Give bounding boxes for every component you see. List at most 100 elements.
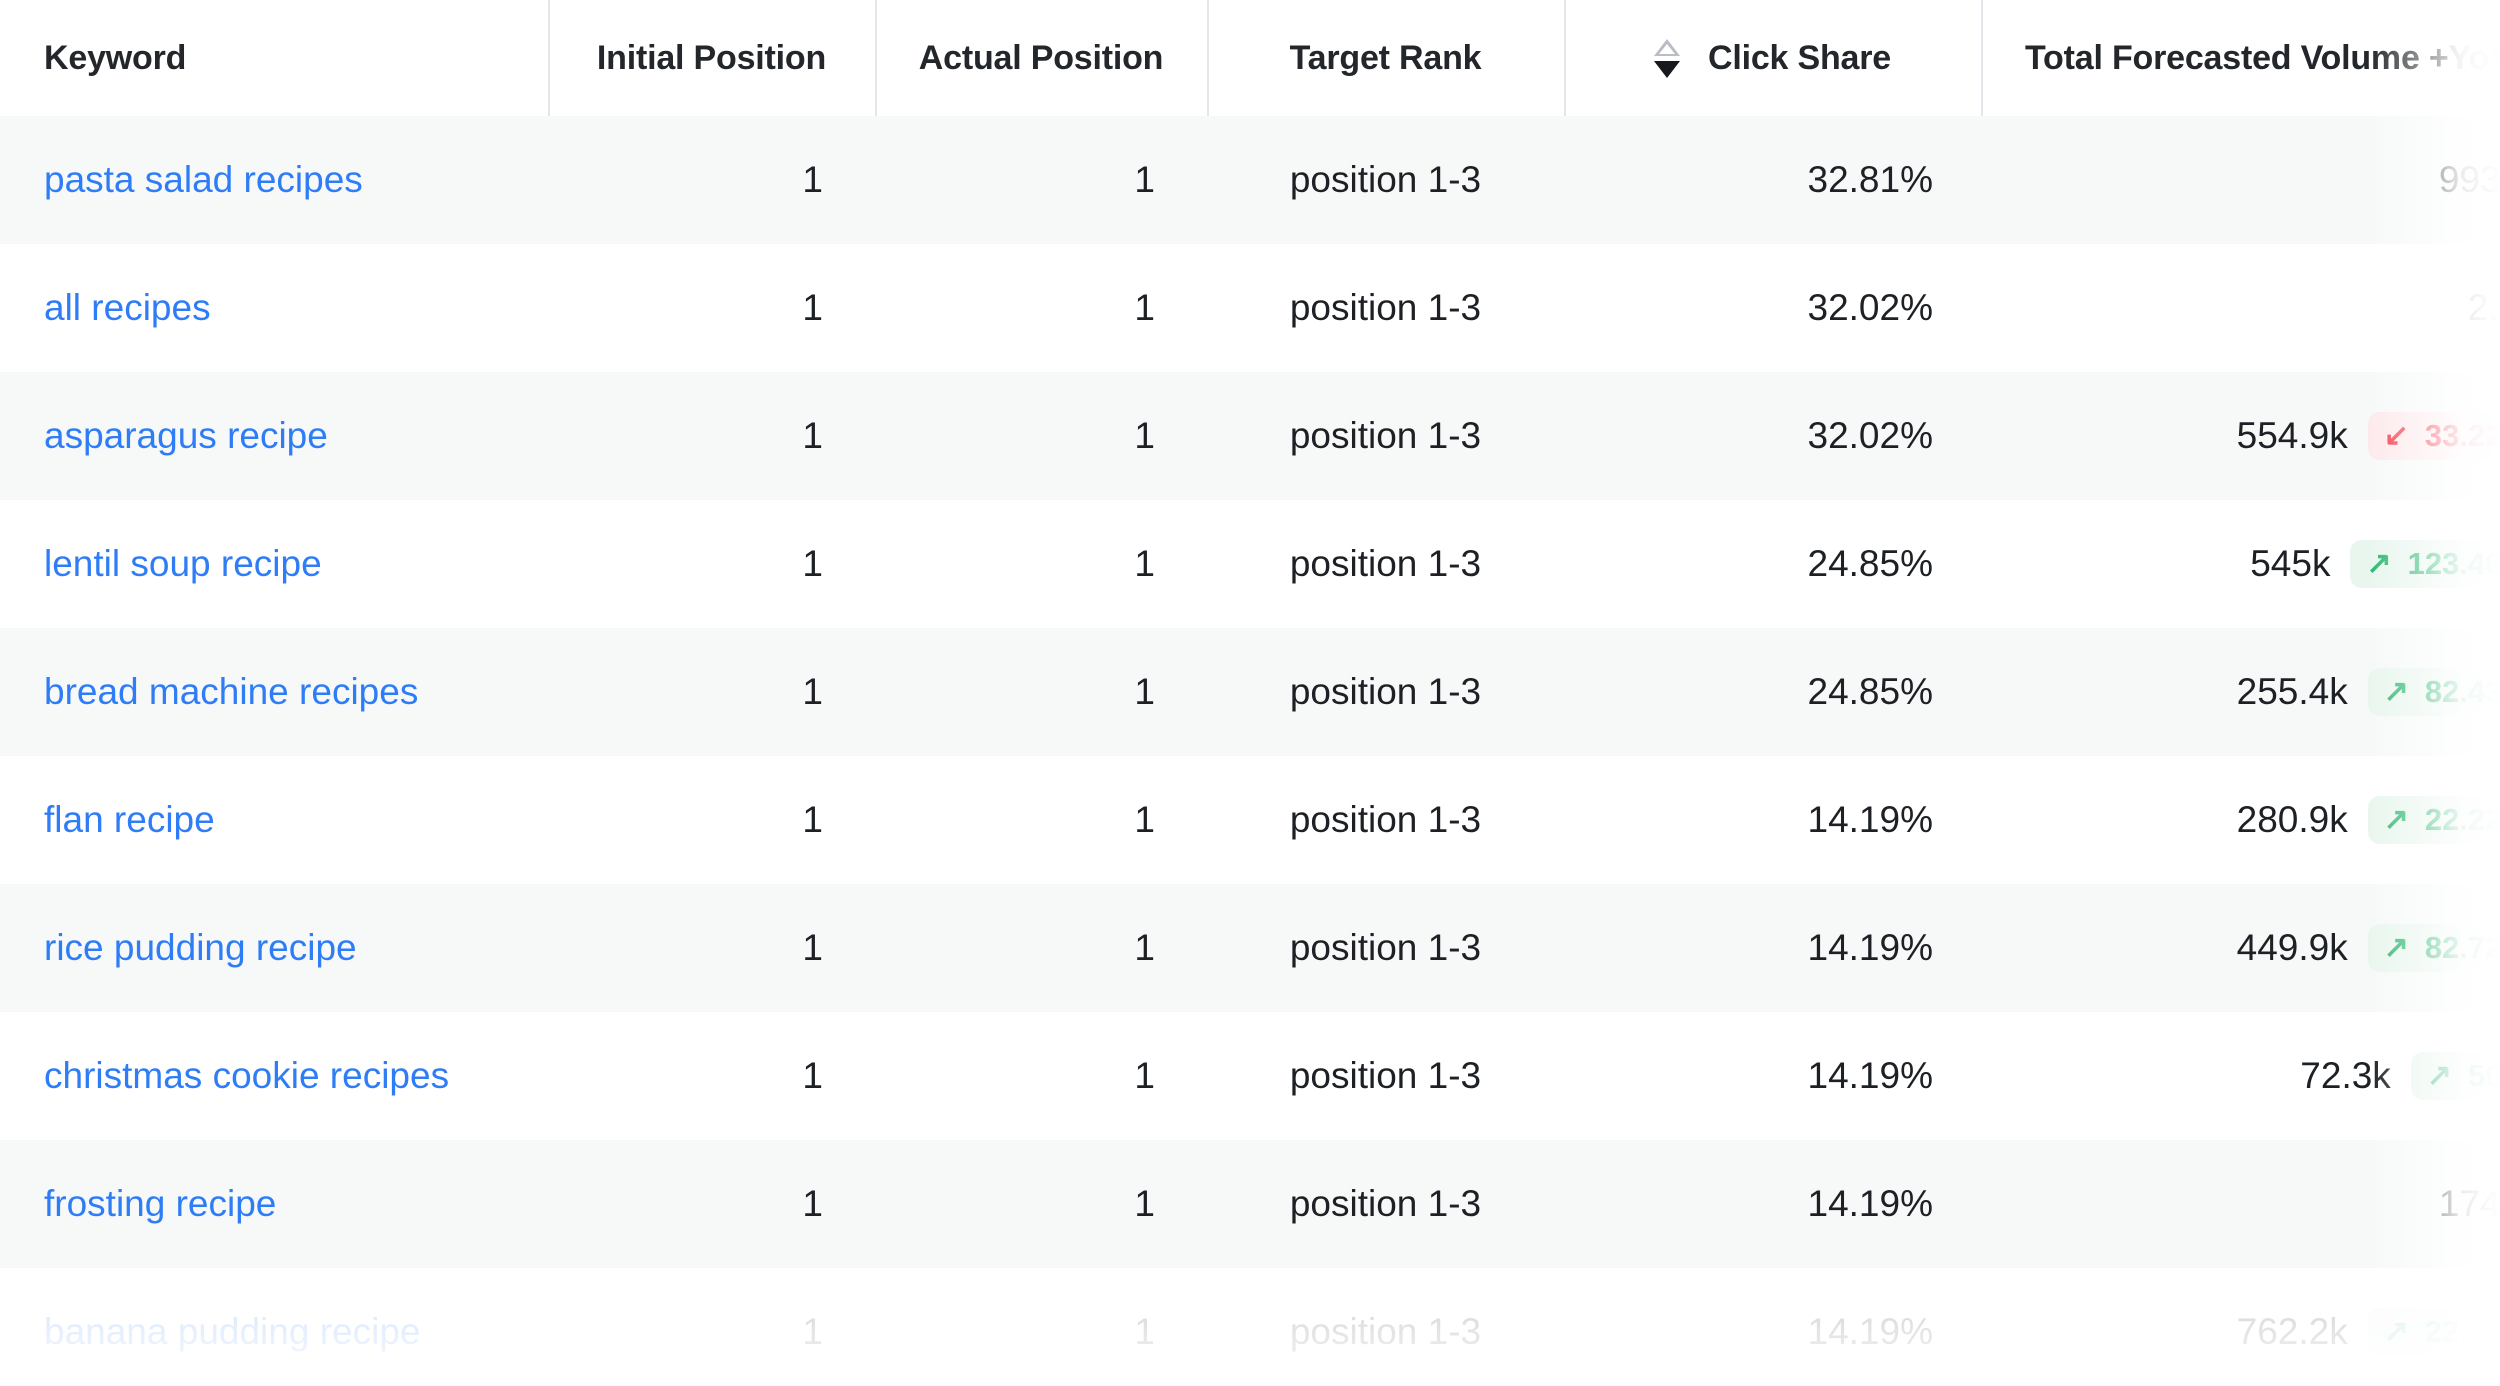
table-body: pasta salad recipes 1 1 position 1-3 32.81% 9… [0,116,2500,1386]
target-rank-value: position 1-3 [1289,287,1482,328]
actual-position-value: 1 [1134,671,1155,712]
click-share-value: 14.19% [1807,799,1934,840]
forecasted-volume-value: 762.2k [2236,1311,2348,1352]
target-rank-value: position 1-3 [1289,543,1482,584]
forecasted-volume-cell: 280.9k ↗ 22.22% [1981,756,2500,884]
forecasted-volume-value: 554.9k [2236,415,2348,456]
actual-position-value: 1 [1134,1183,1155,1224]
initial-position-value: 1 [802,927,823,968]
yoy-change-value: 82.43% [2424,674,2500,709]
keyword-link[interactable]: flan recipe [0,756,548,884]
table-row[interactable]: asparagus recipe 1 1 position 1-3 32.02% 554.… [0,372,2500,500]
click-share-value: 32.02% [1807,287,1934,328]
table-row[interactable]: christmas cookie recipes 1 1 position 1-3 14… [0,1012,2500,1140]
initial-position-value: 1 [802,1183,823,1224]
yoy-change-badge: ↙ 33.22% [2367,412,2500,460]
yoy-change-badge: ↗ 50% [2410,1052,2500,1100]
target-rank-value: position 1-3 [1289,1055,1482,1096]
target-rank-value: position 1-3 [1289,1311,1482,1352]
table-row[interactable]: rice pudding recipe 1 1 position 1-3 14.19% 4… [0,884,2500,1012]
target-rank-value: position 1-3 [1289,415,1482,456]
forecasted-volume-cell: 72.3k ↗ 50% [1981,1012,2500,1140]
actual-position-value: 1 [1134,1311,1155,1352]
target-rank-value: position 1-3 [1289,159,1482,200]
yoy-change-value: 22.22% [2424,802,2500,837]
table-row[interactable]: frosting recipe 1 1 position 1-3 14.19% 174.6… [0,1140,2500,1268]
target-rank-value: position 1-3 [1289,927,1482,968]
target-rank-value: position 1-3 [1289,1183,1482,1224]
table-row[interactable]: flan recipe 1 1 position 1-3 14.19% 280.9k ↗ 22… [0,756,2500,884]
column-header-click-share-label: Click Share [1707,38,1891,77]
forecasted-volume-value: 255.4k [2236,671,2348,712]
keyword-link[interactable]: christmas cookie recipes [0,1012,548,1140]
initial-position-value: 1 [802,415,823,456]
forecasted-volume-cell: 449.9k ↗ 82.72% [1981,884,2500,1012]
forecasted-volume-cell: 2.5M [1981,244,2500,372]
actual-position-value: 1 [1134,159,1155,200]
arrow-up-right-icon: ↗ [2383,802,2409,836]
table-row[interactable]: lentil soup recipe 1 1 position 1-3 24.85% 54… [0,500,2500,628]
keyword-link[interactable]: asparagus recipe [0,372,548,500]
forecasted-volume-cell: 554.9k ↙ 33.22% [1981,372,2500,500]
sort-triangles-icon[interactable] [1653,38,1680,78]
forecasted-volume-value: 2.5M [2467,287,2500,328]
click-share-value: 32.81% [1807,159,1934,200]
column-header-keyword[interactable]: Keyword [0,0,548,116]
table-header-row: Keyword Initial Position Actual Position… [0,0,2500,122]
keyword-link[interactable]: frosting recipe [0,1140,548,1268]
yoy-change-value: 50% [2467,1058,2500,1093]
column-header-total-forecasted-volume[interactable]: Total Forecasted Volume + YoY [1981,0,2500,116]
column-header-target-rank[interactable]: Target Rank [1207,0,1564,116]
keyword-link[interactable]: pasta salad recipes [0,116,548,244]
forecasted-volume-value: 280.9k [2236,799,2348,840]
table-row[interactable]: pasta salad recipes 1 1 position 1-3 32.81% 9… [0,116,2500,244]
table-row[interactable]: all recipes 1 1 position 1-3 32.02% 2.5M [0,244,2500,372]
click-share-value: 14.19% [1807,1183,1934,1224]
actual-position-value: 1 [1134,543,1155,584]
actual-position-value: 1 [1134,415,1155,456]
initial-position-value: 1 [802,799,823,840]
keyword-link[interactable]: banana pudding recipe [0,1268,548,1386]
click-share-value: 14.19% [1807,1055,1934,1096]
column-header-click-share[interactable]: Click Share [1564,0,1981,116]
forecasted-volume-cell: 174.6k [1981,1140,2500,1268]
initial-position-value: 1 [802,159,823,200]
forecasted-volume-cell: 545k ↗ 123.46% [1981,500,2500,628]
yoy-change-value: 33.22% [2424,418,2500,453]
yoy-change-value: 123.46% [2407,546,2500,581]
forecasted-volume-value: 993.5k [2438,159,2500,200]
column-header-target-rank-label: Target Rank [1289,38,1482,77]
column-header-initial-position[interactable]: Initial Position [548,0,875,116]
initial-position-value: 1 [802,1055,823,1096]
column-header-actual-position-label: Actual Position [918,38,1164,77]
initial-position-value: 1 [802,287,823,328]
arrow-up-right-icon: ↗ [2426,1058,2452,1092]
forecasted-volume-value: 449.9k [2236,927,2348,968]
table-row[interactable]: bread machine recipes 1 1 position 1-3 24.85… [0,628,2500,756]
keyword-link[interactable]: rice pudding recipe [0,884,548,1012]
actual-position-value: 1 [1134,287,1155,328]
forecasted-volume-value: 174.6k [2438,1183,2500,1224]
column-header-actual-position[interactable]: Actual Position [875,0,1207,116]
arrow-up-right-icon: ↗ [2383,1314,2409,1348]
column-header-keyword-label: Keyword [44,38,187,77]
keyword-link[interactable]: lentil soup recipe [0,500,548,628]
arrow-down-left-icon: ↙ [2383,418,2409,452]
arrow-up-right-icon: ↗ [2366,546,2392,580]
keyword-link[interactable]: bread machine recipes [0,628,548,756]
initial-position-value: 1 [802,671,823,712]
yoy-change-badge: ↗ 123.46% [2350,540,2500,588]
click-share-value: 14.19% [1807,927,1934,968]
column-header-yoy-label: YoY [2448,38,2500,77]
keyword-link[interactable]: all recipes [0,244,548,372]
actual-position-value: 1 [1134,927,1155,968]
arrow-up-right-icon: ↗ [2383,930,2409,964]
actual-position-value: 1 [1134,799,1155,840]
click-share-value: 24.85% [1807,543,1934,584]
target-rank-value: position 1-3 [1289,671,1482,712]
yoy-change-badge: ↗ 22.73% [2367,1308,2500,1356]
target-rank-value: position 1-3 [1289,799,1482,840]
table-row[interactable]: banana pudding recipe 1 1 position 1-3 14.19… [0,1268,2500,1386]
forecasted-volume-cell: 993.5k [1981,116,2500,244]
forecasted-volume-value: 72.3k [2300,1055,2391,1096]
